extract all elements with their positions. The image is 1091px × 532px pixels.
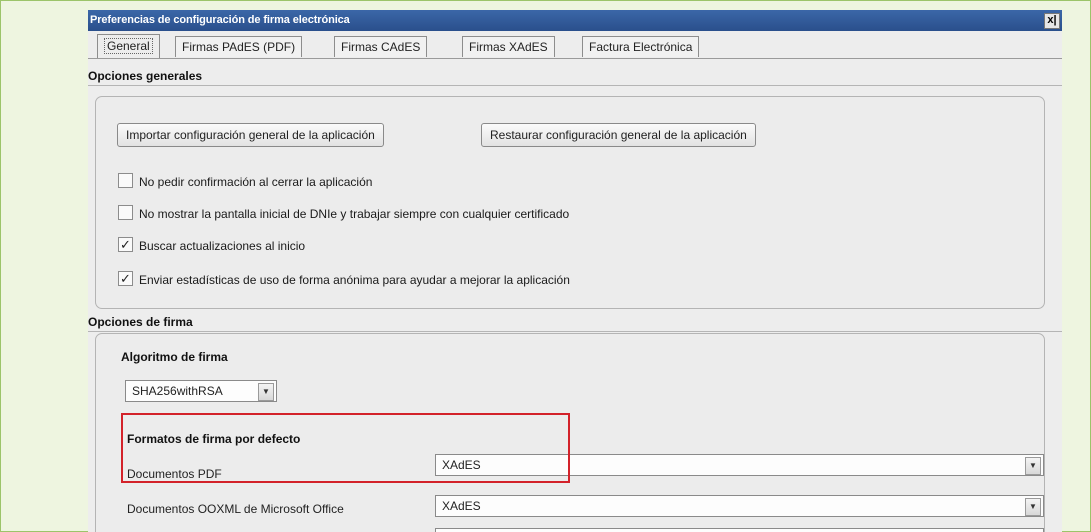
tab-label: Firmas PAdES (PDF) (182, 40, 296, 54)
signature-section-title: Opciones de firma (88, 315, 193, 329)
tab-firmas-pades[interactable]: Firmas PAdES (PDF) (175, 36, 303, 57)
tab-factura-electronica[interactable]: Factura Electrónica (582, 36, 700, 57)
checkbox-box[interactable] (118, 173, 133, 189)
check-icon[interactable]: ✓ (118, 271, 133, 287)
checkbox-label: Buscar actualizaciones al inicio (139, 238, 306, 253)
next-format-select[interactable] (435, 528, 1044, 532)
highlight-box (121, 413, 570, 483)
close-icon[interactable]: x| (1044, 13, 1060, 29)
restore-config-button[interactable]: Restaurar configuración general de la ap… (481, 123, 756, 147)
checkbox-label: No pedir confirmación al cerrar la aplic… (139, 174, 373, 189)
button-label: Restaurar configuración general de la ap… (490, 128, 747, 142)
no-confirm-close-checkbox[interactable]: No pedir confirmación al cerrar la aplic… (118, 172, 372, 190)
divider (88, 331, 1062, 332)
chevron-down-icon[interactable]: ▼ (1025, 498, 1041, 516)
tab-general[interactable]: General (97, 34, 160, 58)
check-icon[interactable]: ✓ (118, 237, 133, 253)
divider (88, 85, 1062, 86)
tab-label: Firmas XAdES (469, 40, 548, 54)
send-statistics-checkbox[interactable]: ✓ Enviar estadísticas de uso de forma anó… (118, 270, 570, 288)
window-title: Preferencias de configuración de firma e… (90, 14, 350, 26)
algorithm-select[interactable]: SHA256withRSA ▼ (125, 380, 277, 402)
tab-label: Factura Electrónica (589, 40, 693, 54)
ooxml-format-select[interactable]: XAdES ▼ (435, 495, 1044, 517)
select-value: XAdES (442, 499, 481, 513)
checkbox-label: No mostrar la pantalla inicial de DNIe y… (139, 206, 570, 221)
chevron-down-icon[interactable]: ▼ (1025, 457, 1041, 475)
tab-firmas-cades[interactable]: Firmas CAdES (334, 36, 428, 57)
chevron-down-icon[interactable]: ▼ (258, 383, 274, 401)
title-bar[interactable]: Preferencias de configuración de firma e… (88, 10, 1062, 31)
button-label: Importar configuración general de la apl… (126, 128, 375, 142)
check-updates-checkbox[interactable]: ✓ Buscar actualizaciones al inicio (118, 236, 305, 254)
general-section-title: Opciones generales (88, 69, 203, 83)
tab-label: Firmas CAdES (341, 40, 421, 54)
algorithm-heading: Algoritmo de firma (121, 350, 228, 364)
checkbox-box[interactable] (118, 205, 133, 221)
tab-firmas-xades[interactable]: Firmas XAdES (462, 36, 555, 57)
import-config-button[interactable]: Importar configuración general de la apl… (117, 123, 384, 147)
select-value: SHA256withRSA (132, 384, 223, 398)
tab-bar: General Firmas PAdES (PDF) Firmas CAdES … (88, 32, 1062, 59)
skip-dnie-screen-checkbox[interactable]: No mostrar la pantalla inicial de DNIe y… (118, 204, 569, 222)
tab-label: General (104, 38, 153, 54)
ooxml-format-label: Documentos OOXML de Microsoft Office (127, 502, 344, 516)
checkbox-label: Enviar estadísticas de uso de forma anón… (139, 272, 570, 287)
